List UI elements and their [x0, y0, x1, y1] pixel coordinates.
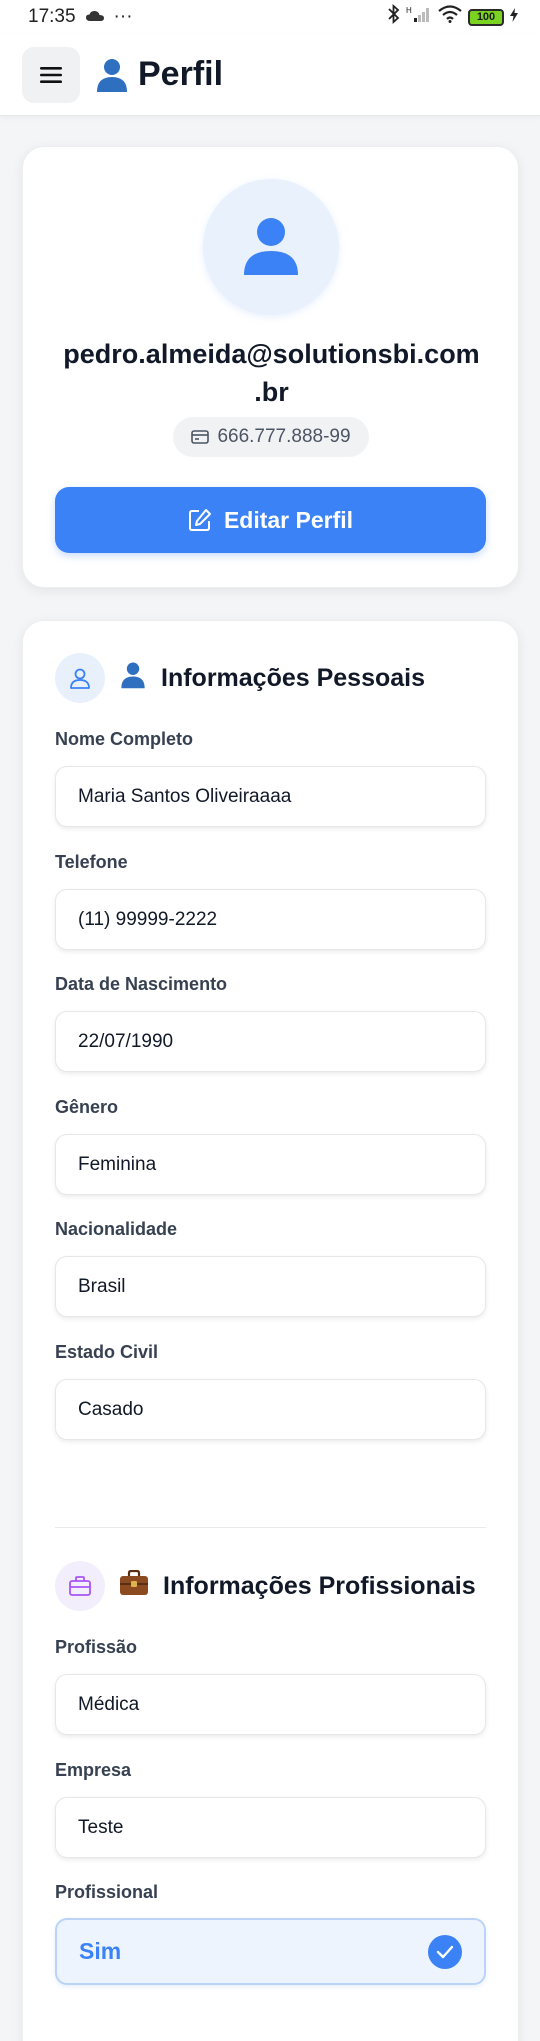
field-label-full-name: Nome Completo	[55, 729, 194, 749]
status-bar: 17:35 ··· H 100	[0, 0, 540, 34]
nationality-field[interactable]: Brasil	[55, 1256, 486, 1317]
gender-field[interactable]: Feminina	[55, 1134, 486, 1195]
profile-email-line2: .br	[254, 377, 289, 407]
professional-selected-value: Sim	[79, 1938, 122, 1964]
cloud-icon	[85, 6, 104, 28]
bluetooth-icon	[388, 3, 400, 30]
app-header: Perfil	[0, 34, 540, 116]
edit-icon	[188, 509, 211, 531]
field-label-birth-date: Data de Nascimento	[55, 974, 228, 994]
check-icon	[428, 1934, 462, 1969]
section-divider	[55, 1527, 486, 1528]
user-outline-icon	[55, 653, 105, 703]
battery-icon: 100	[468, 8, 504, 26]
person-emoji-icon	[119, 661, 147, 696]
status-time: 17:35	[28, 6, 76, 27]
field-label-marital-status: Estado Civil	[55, 1342, 159, 1362]
birth-date-field[interactable]: 22/07/1990	[55, 1011, 486, 1072]
svg-text:H: H	[406, 6, 412, 15]
wifi-icon	[438, 5, 462, 29]
profession-field[interactable]: Médica	[55, 1674, 486, 1735]
professional-section-header: Informações Profissionais	[55, 1561, 476, 1611]
edit-profile-button[interactable]: Editar Perfil	[55, 487, 486, 553]
more-notifications-icon: ···	[113, 6, 133, 27]
info-card: Informações Pessoais Nome Completo Maria…	[22, 620, 519, 2041]
personal-section-title: Informações Pessoais	[161, 663, 426, 692]
profile-email-line1: pedro.almeida@solutionsbi.com	[63, 339, 480, 369]
charging-icon	[510, 6, 518, 28]
professional-selector[interactable]: Sim	[55, 1918, 486, 1985]
field-label-phone: Telefone	[55, 852, 128, 872]
field-label-gender: Gênero	[55, 1097, 119, 1117]
person-emoji-icon	[94, 57, 130, 93]
profile-card: pedro.almeida@solutionsbi.com .br 666.77…	[22, 146, 519, 588]
personal-section-header: Informações Pessoais	[55, 653, 425, 703]
cpf-value: 666.777.888-99	[217, 426, 351, 447]
page-title: Perfil	[94, 55, 223, 94]
full-name-field[interactable]: Maria Santos Oliveiraaaa	[55, 766, 486, 827]
signal-icon: H	[406, 5, 432, 29]
marital-status-field[interactable]: Casado	[55, 1379, 486, 1440]
field-label-company: Empresa	[55, 1760, 132, 1780]
field-label-nationality: Nacionalidade	[55, 1219, 178, 1239]
company-field[interactable]: Teste	[55, 1797, 486, 1858]
edit-profile-label: Editar Perfil	[223, 506, 354, 533]
briefcase-outline-icon	[55, 1561, 105, 1611]
phone-field[interactable]: (11) 99999-2222	[55, 889, 486, 950]
cpf-badge: 666.777.888-99	[173, 417, 369, 457]
briefcase-emoji-icon	[119, 1569, 149, 1603]
professional-section-title: Informações Profissionais	[163, 1571, 476, 1600]
id-card-icon	[191, 430, 210, 444]
avatar	[203, 179, 339, 315]
page-title-text: Perfil	[138, 55, 224, 93]
field-label-profession: Profissão	[55, 1637, 138, 1657]
field-label-professional: Profissional	[55, 1882, 159, 1902]
hamburger-icon	[40, 66, 62, 83]
profile-email: pedro.almeida@solutionsbi.com .br	[43, 335, 500, 411]
user-icon	[244, 218, 298, 275]
menu-button[interactable]	[22, 46, 80, 103]
